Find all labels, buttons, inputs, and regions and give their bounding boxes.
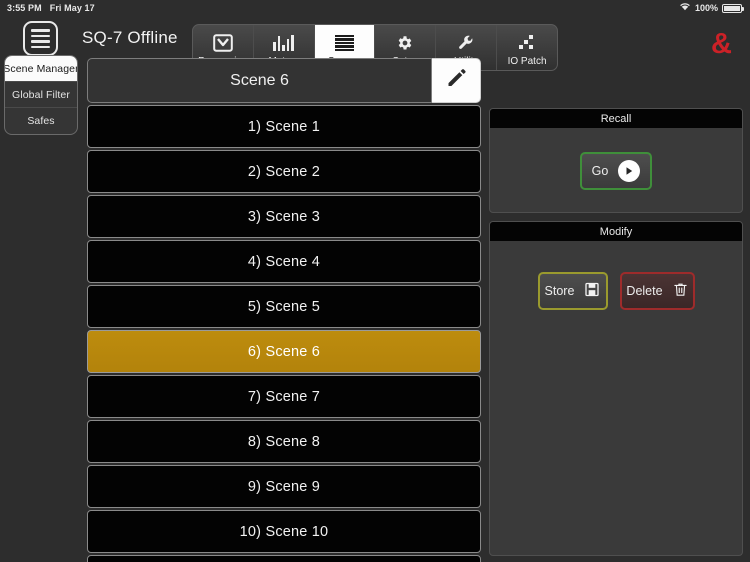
modify-panel-title: Modify	[490, 222, 742, 241]
sidebar-item-label: Safes	[27, 115, 54, 127]
page-title: SQ-7 Offline	[82, 28, 178, 48]
scene-row-label: 1) Scene 1	[248, 119, 320, 135]
wifi-icon	[679, 0, 691, 16]
scene-row-label: 6) Scene 6	[248, 344, 320, 360]
go-button[interactable]: Go	[580, 152, 652, 190]
scene-row[interactable]: 4) Scene 4	[87, 240, 481, 283]
scene-row[interactable]	[87, 555, 481, 562]
sidebar-item-safes[interactable]: Safes	[5, 108, 77, 134]
scene-row[interactable]: 5) Scene 5	[87, 285, 481, 328]
scene-row-label: 3) Scene 3	[248, 209, 320, 225]
sidebar-item-global-filter[interactable]: Global Filter	[5, 82, 77, 108]
recall-panel-title: Recall	[490, 109, 742, 128]
app-root: 3:55 PM Fri May 17 100% SQ-7 Offline &	[0, 0, 750, 562]
modify-panel: Modify Store Delete	[489, 221, 743, 556]
trash-icon	[673, 281, 688, 301]
scene-row[interactable]: 7) Scene 7	[87, 375, 481, 418]
current-scene-bar: Scene 6	[87, 58, 481, 103]
delete-button[interactable]: Delete	[620, 272, 695, 310]
status-right-cluster: 100%	[679, 0, 742, 16]
brand-logo: &	[711, 30, 732, 59]
recall-panel: Recall Go	[489, 108, 743, 213]
sidebar-item-label: Scene Manager	[4, 63, 78, 75]
sidebar-item-label: Global Filter	[12, 89, 70, 101]
scenes-icon	[335, 32, 354, 54]
scene-row[interactable]: 3) Scene 3	[87, 195, 481, 238]
current-scene-name[interactable]: Scene 6	[87, 58, 432, 103]
scene-row[interactable]: 9) Scene 9	[87, 465, 481, 508]
tab-io-patch-label: IO Patch	[508, 56, 547, 67]
tab-io-patch[interactable]: IO Patch	[497, 25, 557, 70]
scene-row-label: 7) Scene 7	[248, 389, 320, 405]
wrench-icon	[457, 32, 475, 54]
scene-list[interactable]: 1) Scene 1 2) Scene 2 3) Scene 3 4) Scen…	[87, 105, 481, 562]
floppy-disk-icon	[584, 281, 600, 301]
modify-panel-body: Store Delete	[490, 241, 742, 341]
scene-row-label: 5) Scene 5	[248, 299, 320, 315]
app-header: SQ-7 Offline & Processing Meters	[0, 16, 750, 60]
scene-row-label: 2) Scene 2	[248, 164, 320, 180]
battery-icon	[722, 4, 742, 13]
status-date: Fri May 17	[50, 0, 95, 16]
menu-icon[interactable]	[23, 21, 58, 56]
scene-row-label: 10) Scene 10	[240, 524, 329, 540]
processing-icon	[213, 32, 233, 54]
scene-row-label: 8) Scene 8	[248, 434, 320, 450]
io-patch-icon	[518, 32, 536, 54]
gear-icon	[396, 32, 414, 54]
sidebar: Scene Manager Global Filter Safes	[4, 55, 78, 135]
go-button-label: Go	[592, 164, 609, 178]
scene-row-label: 9) Scene 9	[248, 479, 320, 495]
scene-row-label: 4) Scene 4	[248, 254, 320, 270]
store-button-label: Store	[545, 284, 575, 298]
pencil-icon	[444, 66, 468, 95]
meters-icon	[273, 32, 294, 54]
sidebar-item-scene-manager[interactable]: Scene Manager	[5, 56, 77, 82]
scene-row-selected[interactable]: 6) Scene 6	[87, 330, 481, 373]
delete-button-label: Delete	[626, 284, 662, 298]
scene-row[interactable]: 10) Scene 10	[87, 510, 481, 553]
store-button[interactable]: Store	[538, 272, 608, 310]
ios-status-bar: 3:55 PM Fri May 17 100%	[0, 0, 750, 16]
status-time: 3:55 PM	[7, 0, 42, 16]
scene-row[interactable]: 2) Scene 2	[87, 150, 481, 193]
scene-row[interactable]: 8) Scene 8	[87, 420, 481, 463]
battery-percent: 100%	[695, 0, 718, 16]
edit-scene-button[interactable]	[432, 58, 481, 103]
scene-row[interactable]: 1) Scene 1	[87, 105, 481, 148]
play-arrow-icon	[618, 160, 640, 182]
recall-panel-body: Go	[490, 128, 742, 213]
